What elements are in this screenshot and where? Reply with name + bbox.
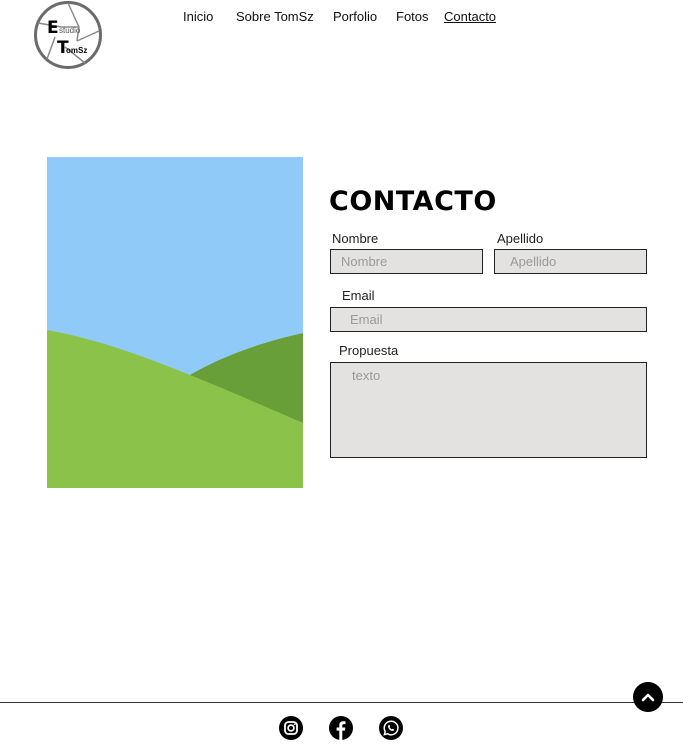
nav-porfolio[interactable]: Porfolio bbox=[333, 9, 377, 24]
studio-logo[interactable]: E studio T omSz bbox=[33, 1, 103, 69]
nav-contacto[interactable]: Contacto bbox=[444, 9, 496, 24]
nav-fotos[interactable]: Fotos bbox=[396, 9, 429, 24]
contact-title: CONTACTO bbox=[329, 186, 497, 217]
apellido-label: Apellido bbox=[497, 231, 544, 246]
email-label: Email bbox=[342, 288, 375, 303]
propuesta-label: Propuesta bbox=[339, 343, 399, 358]
email-input[interactable] bbox=[330, 307, 647, 332]
svg-text:studio: studio bbox=[59, 26, 81, 35]
apellido-input[interactable] bbox=[494, 249, 647, 274]
scroll-top-button[interactable] bbox=[633, 682, 663, 712]
nombre-input[interactable] bbox=[330, 249, 483, 274]
footer-divider bbox=[0, 702, 683, 703]
landscape-image bbox=[47, 157, 303, 488]
facebook-icon[interactable] bbox=[329, 716, 353, 740]
nombre-label: Nombre bbox=[332, 231, 379, 246]
propuesta-textarea[interactable] bbox=[330, 362, 647, 458]
nav-sobre-tomsz[interactable]: Sobre TomSz bbox=[236, 9, 314, 24]
whatsapp-icon[interactable] bbox=[379, 716, 403, 740]
svg-text:E: E bbox=[47, 18, 59, 38]
instagram-icon[interactable] bbox=[279, 716, 303, 740]
chevron-up-icon bbox=[641, 693, 655, 702]
nav-inicio[interactable]: Inicio bbox=[183, 9, 213, 24]
svg-text:omSz: omSz bbox=[66, 46, 87, 55]
